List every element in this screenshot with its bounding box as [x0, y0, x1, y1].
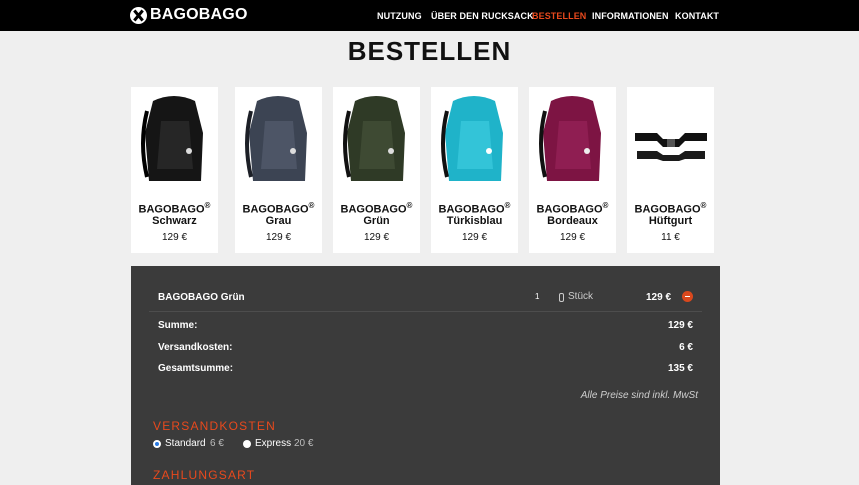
remove-item-icon[interactable] — [682, 291, 693, 302]
total-value: 135 € — [667, 363, 693, 374]
registered-mark: ® — [602, 201, 609, 210]
tax-note: Alle Preise sind inkl. MwSt — [580, 390, 698, 401]
top-navbar: BAGOBAGO NUTZUNG ÜBER DEN RUCKSACK BESTE… — [0, 0, 859, 31]
shipping-standard-radio[interactable] — [153, 440, 161, 448]
cart-item-price: 129 € — [646, 292, 672, 303]
page-title: BESTELLEN — [347, 36, 512, 66]
order-panel: BAGOBAGO Grün 1 Stück 129 € Summe: 129 €… — [131, 266, 720, 485]
product-brand: BAGOBAGO — [138, 203, 205, 216]
product-grid: BAGOBAGO® Schwarz 129 € BAGOBAGO® Grau 1… — [131, 87, 720, 253]
shipping-express-label[interactable]: Express — [255, 438, 291, 449]
backpack-image — [539, 96, 601, 181]
logo-text: BAGOBAGO — [150, 6, 248, 23]
shipping-cost-label: Versandkosten: — [158, 342, 233, 353]
summary-value: 129 € — [667, 320, 693, 331]
nav-item-ueber-den-rucksack[interactable]: ÜBER DEN RUCKSACK — [431, 11, 534, 21]
product-color: Bordeaux — [547, 215, 598, 227]
backpack-image — [141, 96, 203, 181]
brand-logo[interactable]: BAGOBAGO — [130, 4, 248, 26]
product-brand: BAGOBAGO — [340, 203, 407, 216]
product-price: 129 € — [559, 232, 586, 243]
product-brand: BAGOBAGO — [536, 203, 603, 216]
divider — [149, 311, 702, 312]
product-price: 129 € — [461, 232, 488, 243]
shipping-standard-price: 6 € — [210, 438, 224, 449]
nav-item-bestellen[interactable]: BESTELLEN — [532, 11, 586, 21]
quantity-unit: Stück — [568, 291, 594, 302]
product-price: 11 € — [661, 232, 680, 243]
product-color: Türkisblau — [446, 215, 503, 227]
nav-item-informationen[interactable]: INFORMATIONEN — [592, 11, 669, 21]
product-price: 129 € — [363, 232, 390, 243]
product-card-hueftgurt[interactable]: BAGOBAGO® Hüftgurt 11 € — [627, 87, 714, 253]
registered-mark: ® — [700, 201, 707, 210]
product-brand: BAGOBAGO — [438, 203, 505, 216]
product-card-bordeaux[interactable]: BAGOBAGO® Bordeaux 129 € — [529, 87, 616, 253]
nav-item-kontakt[interactable]: KONTAKT — [675, 11, 719, 21]
product-color: Grün — [363, 215, 390, 227]
product-price: 129 € — [265, 232, 292, 243]
x-circle-icon — [130, 6, 147, 24]
shipping-standard-label[interactable]: Standard — [165, 438, 206, 449]
backpack-image — [245, 96, 307, 181]
registered-mark: ® — [406, 201, 413, 210]
backpack-image — [343, 96, 405, 181]
product-color: Schwarz — [152, 215, 197, 227]
product-brand: BAGOBAGO — [242, 203, 309, 216]
backpack-image — [441, 96, 503, 181]
product-card-gruen[interactable]: BAGOBAGO® Grün 129 € — [333, 87, 420, 253]
cart-item-name: BAGOBAGO Grün — [158, 292, 245, 303]
shipping-heading: VERSANDKOSTEN — [153, 419, 276, 433]
product-color: Grau — [265, 215, 292, 227]
product-brand: BAGOBAGO — [634, 203, 701, 216]
total-label: Gesamtsumme: — [158, 363, 234, 374]
payment-heading: ZAHLUNGSART — [153, 468, 256, 482]
registered-mark: ® — [504, 201, 511, 210]
registered-mark: ® — [308, 201, 315, 210]
product-color: Hüftgurt — [648, 215, 693, 227]
shipping-cost-value: 6 € — [679, 342, 693, 353]
product-card-grau[interactable]: BAGOBAGO® Grau 129 € — [235, 87, 322, 253]
summary-label: Summe: — [158, 320, 198, 331]
nav-item-nutzung[interactable]: NUTZUNG — [377, 11, 422, 21]
shipping-express-radio[interactable] — [243, 440, 251, 448]
quantity-stepper[interactable] — [559, 293, 564, 302]
product-price: 129 € — [161, 232, 188, 243]
quantity-input[interactable]: 1 — [535, 292, 539, 301]
shipping-express-price: 20 € — [294, 438, 314, 449]
registered-mark: ® — [204, 201, 211, 210]
product-card-tuerkisblau[interactable]: BAGOBAGO® Türkisblau 129 € — [431, 87, 518, 253]
product-card-schwarz[interactable]: BAGOBAGO® Schwarz 129 € — [131, 87, 218, 253]
hip-belt-image — [635, 133, 707, 161]
